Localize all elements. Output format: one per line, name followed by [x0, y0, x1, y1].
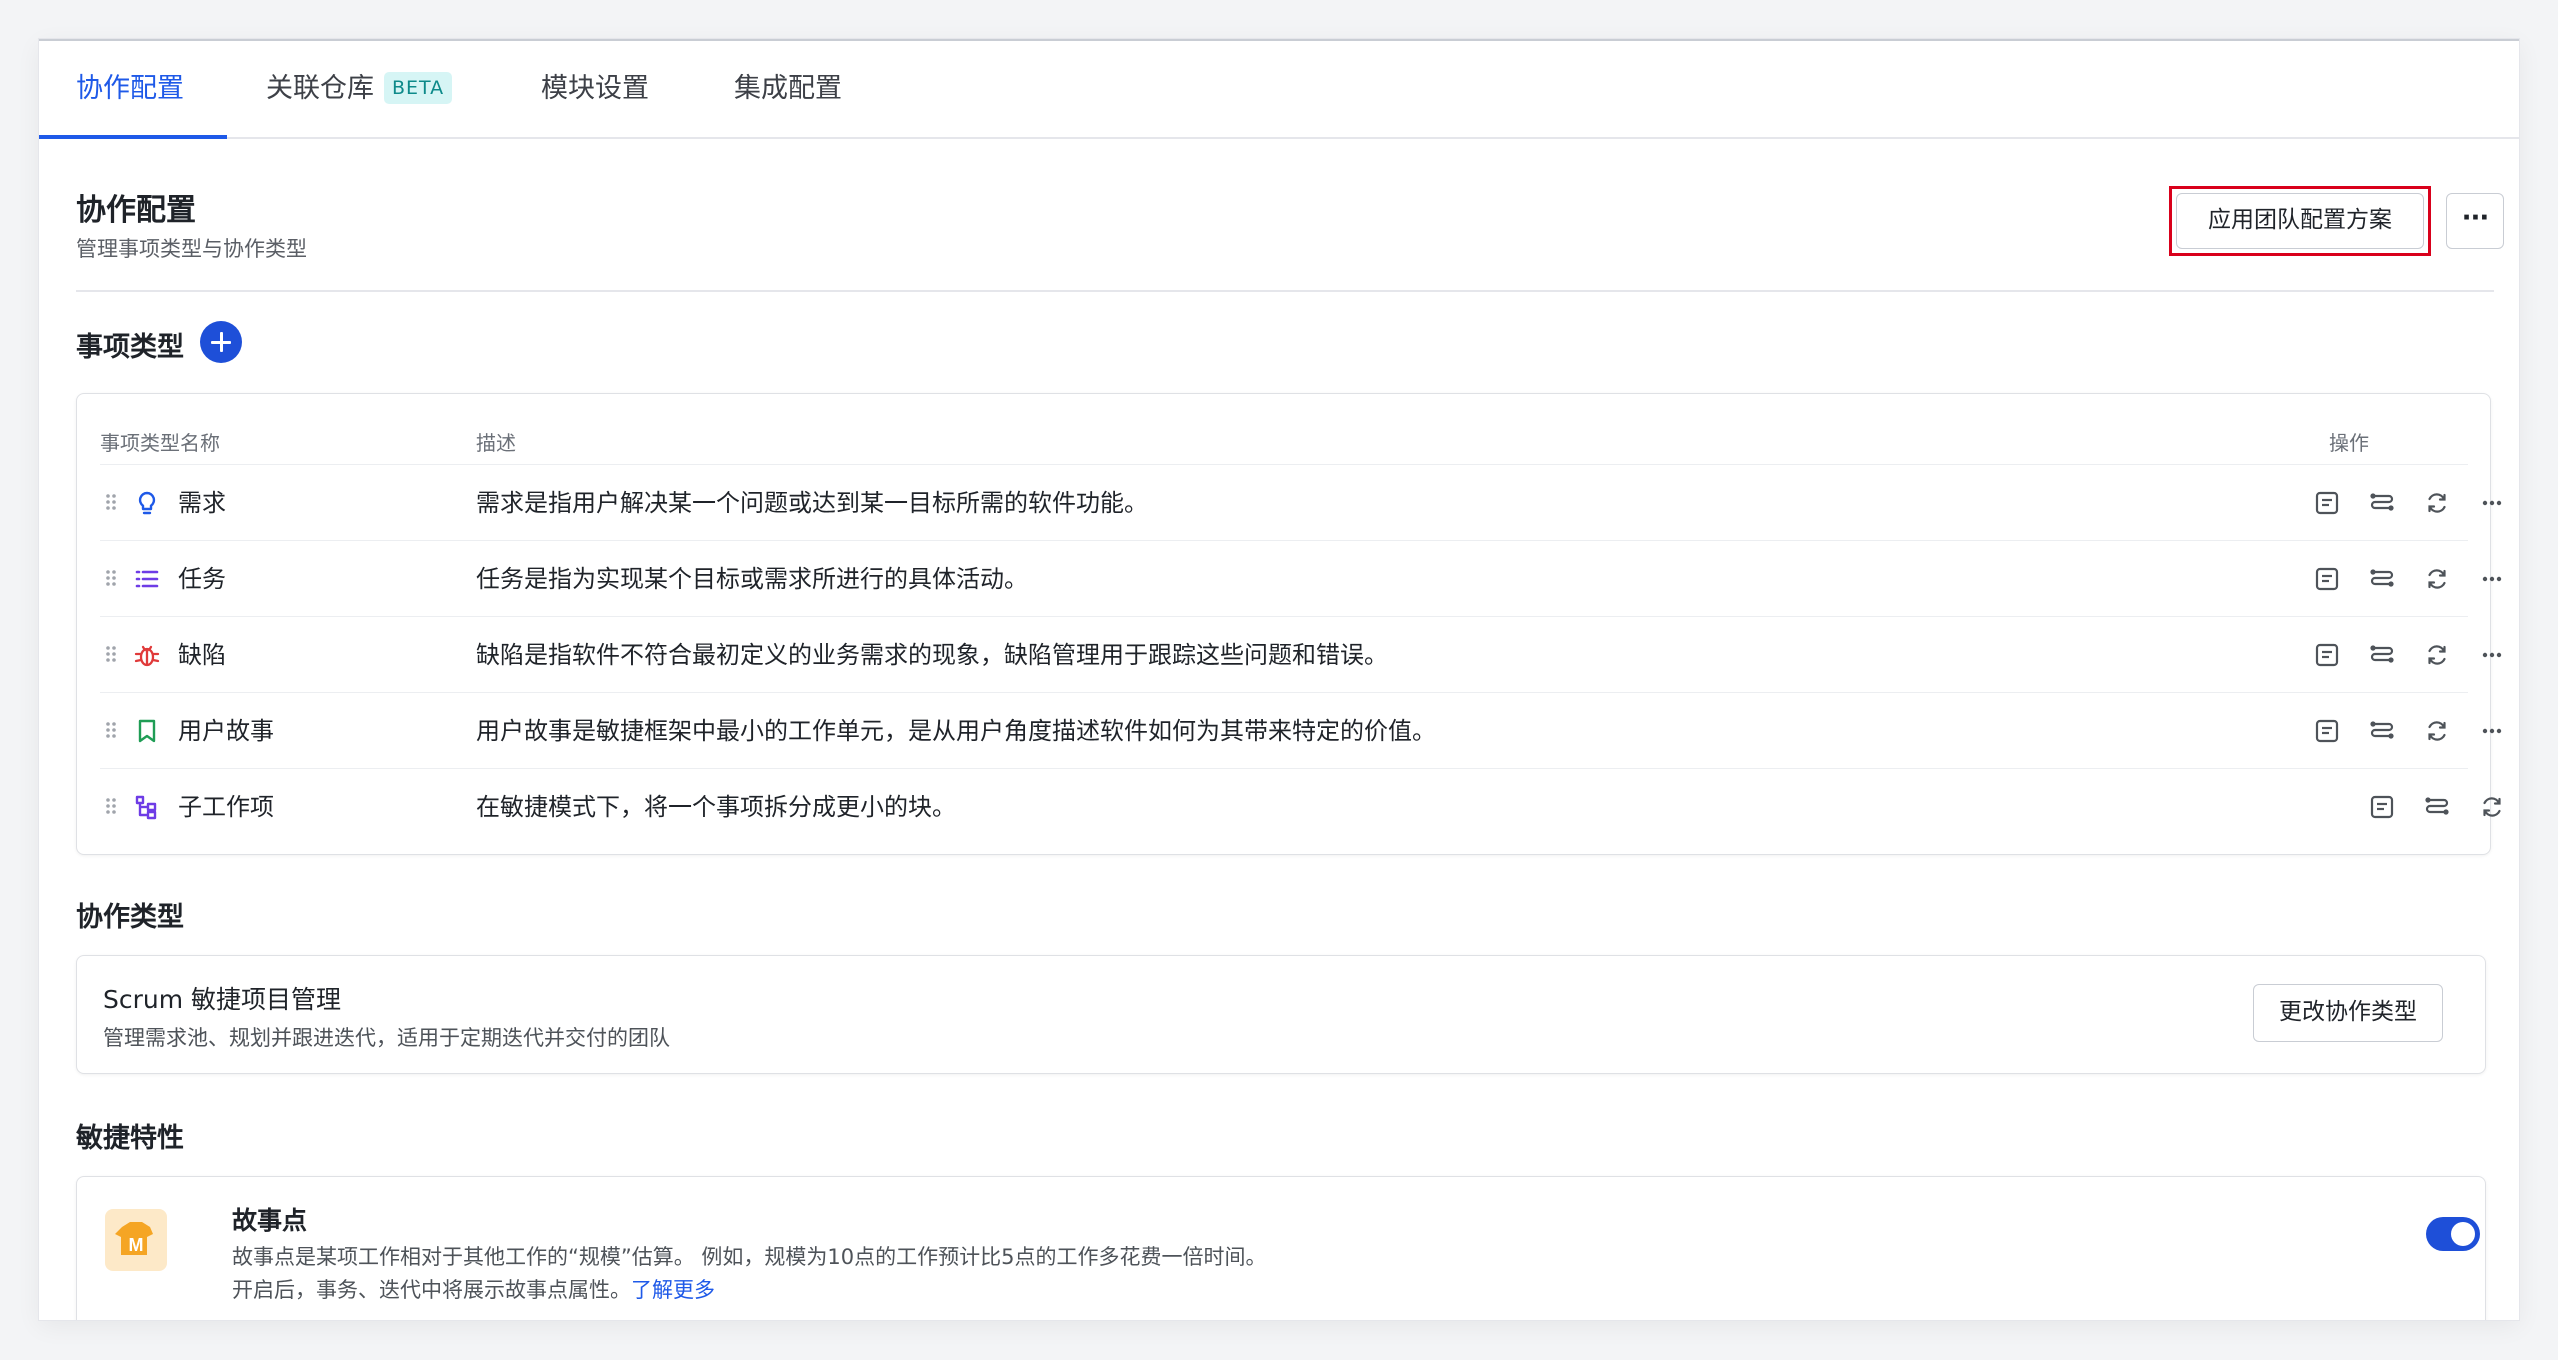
- workflow-icon[interactable]: [2368, 717, 2396, 745]
- issue-type-desc: 缺陷是指软件不符合最初定义的业务需求的现象，缺陷管理用于跟踪这些问题和错误。: [476, 641, 1388, 669]
- edit-form-icon[interactable]: [2313, 489, 2341, 517]
- issue-type-desc: 在敏捷模式下，将一个事项拆分成更小的块。: [476, 793, 956, 821]
- drag-handle-icon[interactable]: [104, 795, 118, 817]
- issue-type-desc: 任务是指为实现某个目标或需求所进行的具体活动。: [476, 565, 1028, 593]
- issue-types-title: 事项类型: [76, 332, 184, 363]
- issue-type-name: 子工作项: [178, 793, 274, 821]
- svg-text:M: M: [129, 1235, 144, 1255]
- drag-handle-icon[interactable]: [104, 643, 118, 665]
- story-points-toggle[interactable]: [2426, 1217, 2480, 1251]
- edit-form-icon[interactable]: [2368, 793, 2396, 821]
- story-points-badge-icon: M: [115, 1222, 153, 1255]
- issue-type-desc: 需求是指用户解决某一个问题或达到某一目标所需的软件功能。: [476, 489, 1148, 517]
- workflow-icon[interactable]: [2368, 641, 2396, 669]
- agile-features-title: 敏捷特性: [76, 1123, 184, 1154]
- bug-icon: [134, 645, 160, 667]
- drag-handle-icon[interactable]: [104, 719, 118, 741]
- apply-team-config-button[interactable]: 应用团队配置方案: [2176, 193, 2424, 249]
- bookmark-icon: [138, 719, 156, 743]
- more-icon[interactable]: [2478, 489, 2506, 517]
- table-row[interactable]: 子工作项 在敏捷模式下，将一个事项拆分成更小的块。: [100, 768, 2501, 844]
- feature-note-text: 开启后，事务、迭代中将展示故事点属性。: [232, 1278, 631, 1302]
- issue-type-name: 缺陷: [178, 641, 226, 669]
- list-icon: [135, 570, 159, 588]
- refresh-icon[interactable]: [2478, 793, 2506, 821]
- active-tab-indicator: [39, 135, 227, 139]
- page-title: 协作配置: [76, 193, 196, 228]
- tab-collab-config[interactable]: 协作配置: [76, 41, 184, 139]
- refresh-icon[interactable]: [2423, 489, 2451, 517]
- subtask-icon: [135, 795, 157, 820]
- collab-type-title: 协作类型: [76, 902, 184, 933]
- edit-form-icon[interactable]: [2313, 717, 2341, 745]
- tab-module-settings[interactable]: 模块设置: [541, 41, 649, 139]
- edit-form-icon[interactable]: [2313, 565, 2341, 593]
- issue-type-desc: 用户故事是敏捷框架中最小的工作单元，是从用户角度描述软件如何为其带来特定的价值。: [476, 717, 1436, 745]
- add-issue-type-button[interactable]: [200, 321, 242, 363]
- edit-form-icon[interactable]: [2313, 641, 2341, 669]
- page-subtitle: 管理事项类型与协作类型: [76, 237, 307, 261]
- table-row[interactable]: 需求 需求是指用户解决某一个问题或达到某一目标所需的软件功能。: [100, 464, 2502, 540]
- issue-type-name: 任务: [178, 565, 226, 593]
- table-row[interactable]: 用户故事 用户故事是敏捷框架中最小的工作单元，是从用户角度描述软件如何为其带来特…: [100, 692, 2502, 768]
- collab-type-card: Scrum 敏捷项目管理 管理需求池、规划并跟进迭代，适用于定期迭代并交付的团队…: [76, 955, 2486, 1074]
- column-header-desc: 描述: [476, 431, 516, 455]
- column-header-actions: 操作: [2329, 431, 2369, 455]
- tab-linked-repo[interactable]: 关联仓库 BETA: [266, 41, 453, 139]
- feature-title: 故事点: [232, 1206, 308, 1235]
- refresh-icon[interactable]: [2423, 565, 2451, 593]
- beta-badge: BETA: [384, 72, 453, 104]
- feature-desc: 故事点是某项工作相对于其他工作的“规模”估算。 例如，规模为10点的工作预计比5…: [232, 1245, 1267, 1269]
- tab-integration-config[interactable]: 集成配置: [734, 41, 842, 139]
- refresh-icon[interactable]: [2423, 717, 2451, 745]
- feature-desc-note: 开启后，事务、迭代中将展示故事点属性。了解更多: [232, 1274, 715, 1304]
- more-icon[interactable]: [2478, 641, 2506, 669]
- table-row[interactable]: 缺陷 缺陷是指软件不符合最初定义的业务需求的现象，缺陷管理用于跟踪这些问题和错误…: [100, 616, 2502, 692]
- more-options-button[interactable]: ···: [2446, 193, 2504, 249]
- collab-type-name: Scrum 敏捷项目管理: [103, 985, 342, 1014]
- change-collab-type-button[interactable]: 更改协作类型: [2253, 984, 2443, 1042]
- settings-window: 协作配置 关联仓库 BETA 模块设置 集成配置 协作配置 管理事项类型与协作类型…: [39, 39, 2519, 1320]
- column-header-name: 事项类型名称: [100, 431, 220, 455]
- issue-type-name: 用户故事: [178, 717, 274, 745]
- workflow-icon[interactable]: [2423, 793, 2451, 821]
- issue-types-table: 事项类型名称 描述 操作 需求 需求是指用户解决某一个问题或达到某一目标所需的软…: [76, 393, 2502, 855]
- more-icon[interactable]: [2478, 717, 2506, 745]
- tab-bar: 协作配置 关联仓库 BETA 模块设置 集成配置: [39, 41, 2519, 139]
- story-points-icon: M: [105, 1209, 167, 1271]
- workflow-icon[interactable]: [2368, 565, 2396, 593]
- refresh-icon[interactable]: [2423, 641, 2451, 669]
- collab-type-desc: 管理需求池、规划并跟进迭代，适用于定期迭代并交付的团队: [103, 1026, 670, 1050]
- header-divider: [76, 290, 2494, 292]
- toggle-knob: [2451, 1222, 2475, 1246]
- drag-handle-icon[interactable]: [104, 491, 118, 513]
- workflow-icon[interactable]: [2368, 489, 2396, 517]
- drag-handle-icon[interactable]: [104, 567, 118, 589]
- learn-more-link[interactable]: 了解更多: [631, 1278, 715, 1302]
- lightbulb-icon: [138, 491, 156, 515]
- table-row[interactable]: 任务 任务是指为实现某个目标或需求所进行的具体活动。: [100, 540, 2502, 616]
- issue-type-name: 需求: [178, 489, 226, 517]
- more-icon[interactable]: [2478, 565, 2506, 593]
- story-points-card: M 故事点 故事点是某项工作相对于其他工作的“规模”估算。 例如，规模为10点的…: [76, 1176, 2486, 1320]
